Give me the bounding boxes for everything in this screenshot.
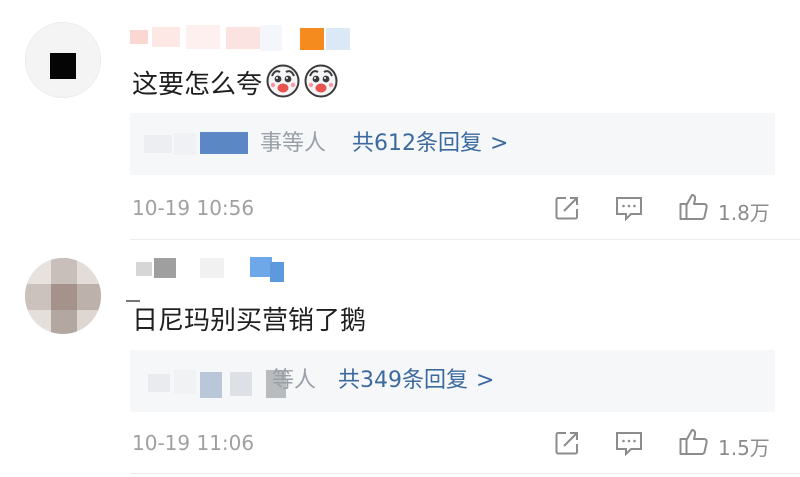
thumbs-up-icon[interactable] [678, 427, 710, 461]
reply-count-label: 共612条回复 [352, 131, 482, 156]
comment-icon[interactable] [614, 194, 644, 226]
reply-preview[interactable]: 等人 共349条回复 > [130, 350, 775, 412]
comment-text: 日尼玛别买营销了鹅 [132, 304, 366, 338]
like-count: 1.8万 [718, 201, 770, 225]
share-icon[interactable] [553, 429, 581, 461]
view-replies-link[interactable]: 共612条回复 > [352, 113, 508, 175]
reply-count-label: 共349条回复 [338, 368, 468, 393]
comment-timestamp: 10-19 11:06 [132, 431, 255, 455]
like-count: 1.5万 [718, 436, 770, 460]
comment-timestamp: 10-19 10:56 [132, 196, 255, 220]
avatar[interactable] [25, 22, 101, 98]
view-replies-link[interactable]: 共349条回复 > [338, 350, 494, 412]
username-pixelated[interactable] [130, 25, 360, 51]
chevron-right-icon: > [490, 131, 509, 156]
laughing-dog-emoji [304, 64, 338, 107]
comment-icon[interactable] [614, 429, 644, 461]
comment-item: 这要怎么夸 事等人 共612条回复 > 10-19 10:56 1.8万 [0, 0, 800, 240]
laughing-dog-emoji [266, 64, 300, 107]
divider-fragment [126, 300, 140, 302]
comment-item: 日尼玛别买营销了鹅 等人 共349条回复 > 10-19 11:06 1.5万 [0, 240, 800, 477]
comment-body: 这要怎么夸 [132, 70, 263, 100]
divider [130, 473, 800, 474]
share-icon[interactable] [553, 194, 581, 226]
reply-preview[interactable]: 事等人 共612条回复 > [130, 113, 775, 175]
reply-names: 事等人 [260, 131, 327, 156]
chevron-right-icon: > [476, 368, 495, 393]
reply-names: 等人 [272, 368, 317, 393]
username-pixelated[interactable] [130, 254, 300, 282]
comment-text: 这要怎么夸 [132, 64, 338, 107]
avatar-mark [50, 53, 76, 79]
thumbs-up-icon[interactable] [678, 192, 710, 226]
comment-body: 日尼玛别买营销了鹅 [132, 306, 367, 336]
avatar[interactable] [25, 258, 101, 334]
